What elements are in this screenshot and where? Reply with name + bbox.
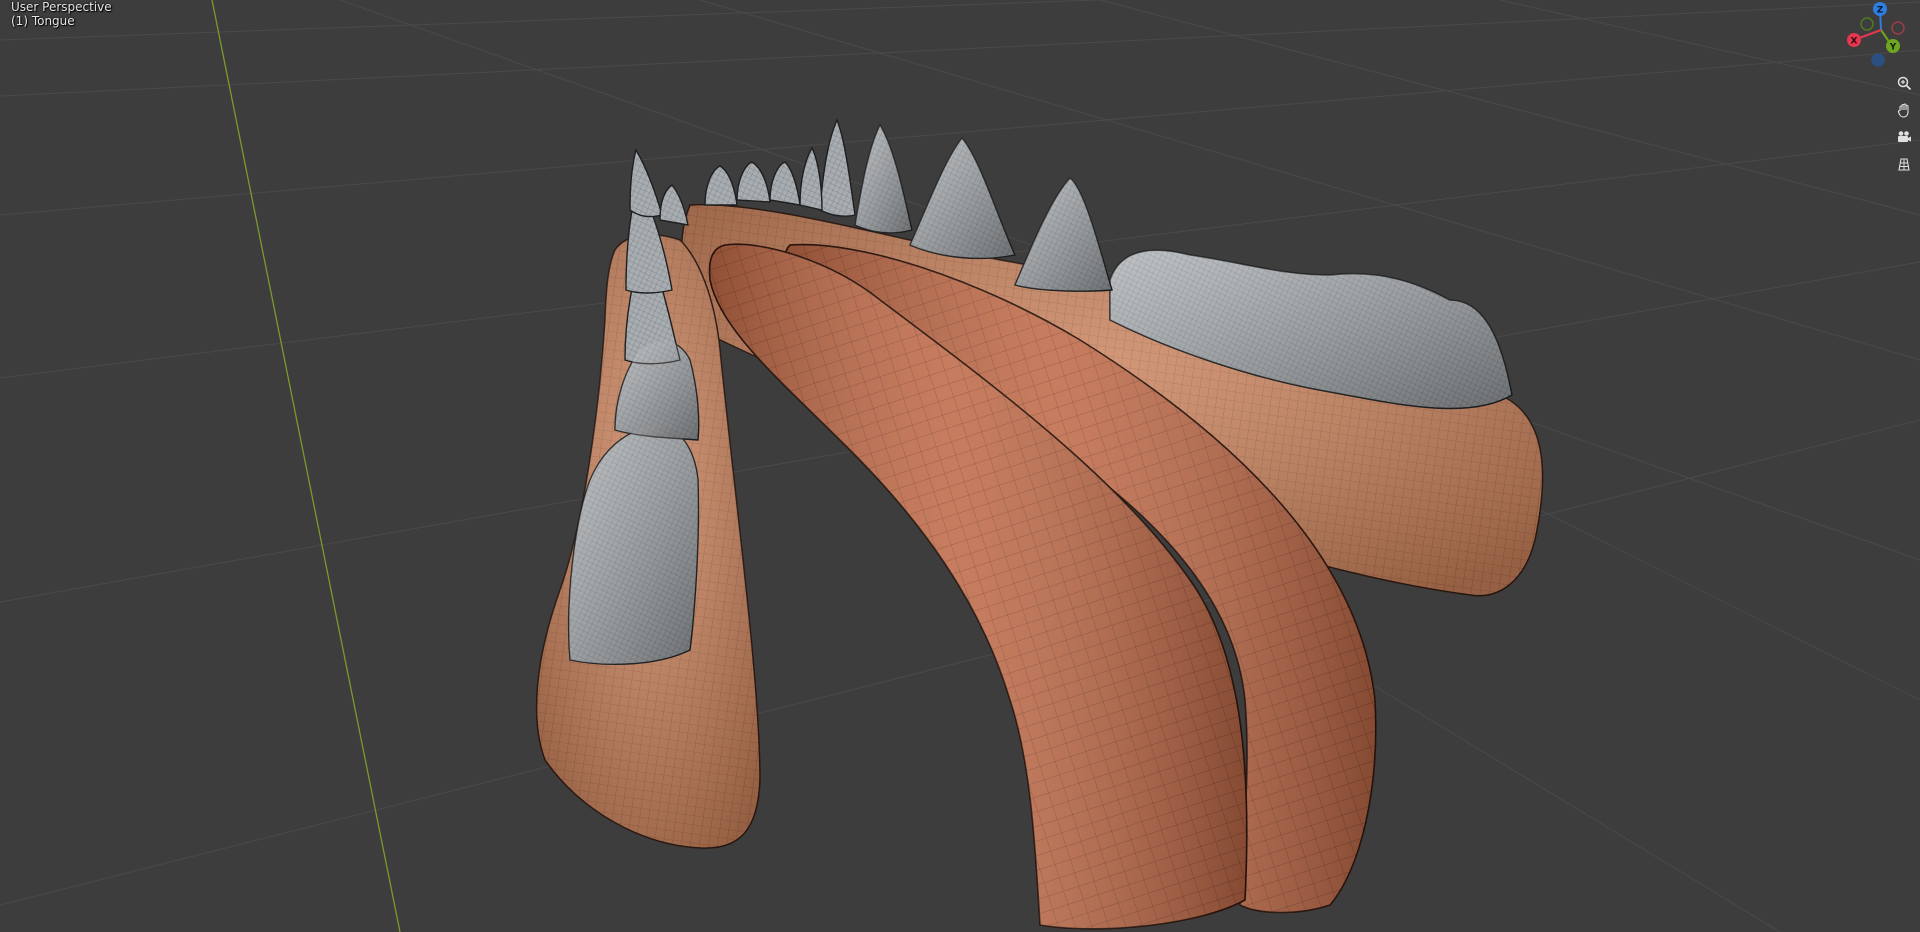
- zoom-button[interactable]: [1891, 70, 1917, 96]
- zoom-icon: [1897, 76, 1912, 91]
- neg-x-axis-handle[interactable]: [1891, 21, 1905, 35]
- neg-y-axis-handle[interactable]: [1860, 17, 1874, 31]
- y-axis-line: [211, 0, 401, 932]
- neg-z-axis-handle[interactable]: [1871, 53, 1885, 67]
- y-axis-handle[interactable]: Y: [1886, 39, 1900, 53]
- view-name-label: User Perspective: [11, 0, 112, 14]
- svg-text:X: X: [1851, 37, 1858, 47]
- active-object-label: (1) Tongue: [11, 14, 75, 28]
- camera-icon: [1898, 131, 1911, 142]
- navigation-tools: [1891, 70, 1917, 178]
- 3d-viewport[interactable]: User Perspective (1) Tongue Z Y X: [0, 0, 1920, 932]
- svg-text:Y: Y: [1889, 43, 1897, 53]
- orthographic-toggle-button[interactable]: [1891, 151, 1917, 177]
- hand-icon: [1897, 103, 1909, 118]
- move-view-button[interactable]: [1891, 97, 1917, 123]
- camera-view-button[interactable]: [1891, 124, 1917, 150]
- viewport-scene[interactable]: [0, 0, 1920, 932]
- svg-text:Z: Z: [1877, 6, 1884, 16]
- x-axis-handle[interactable]: X: [1847, 33, 1861, 47]
- z-axis-handle[interactable]: Z: [1873, 2, 1887, 16]
- navigation-gizmo[interactable]: Z Y X: [1842, 0, 1920, 70]
- grid-icon: [1898, 158, 1910, 171]
- teeth-left-shading: [568, 341, 699, 665]
